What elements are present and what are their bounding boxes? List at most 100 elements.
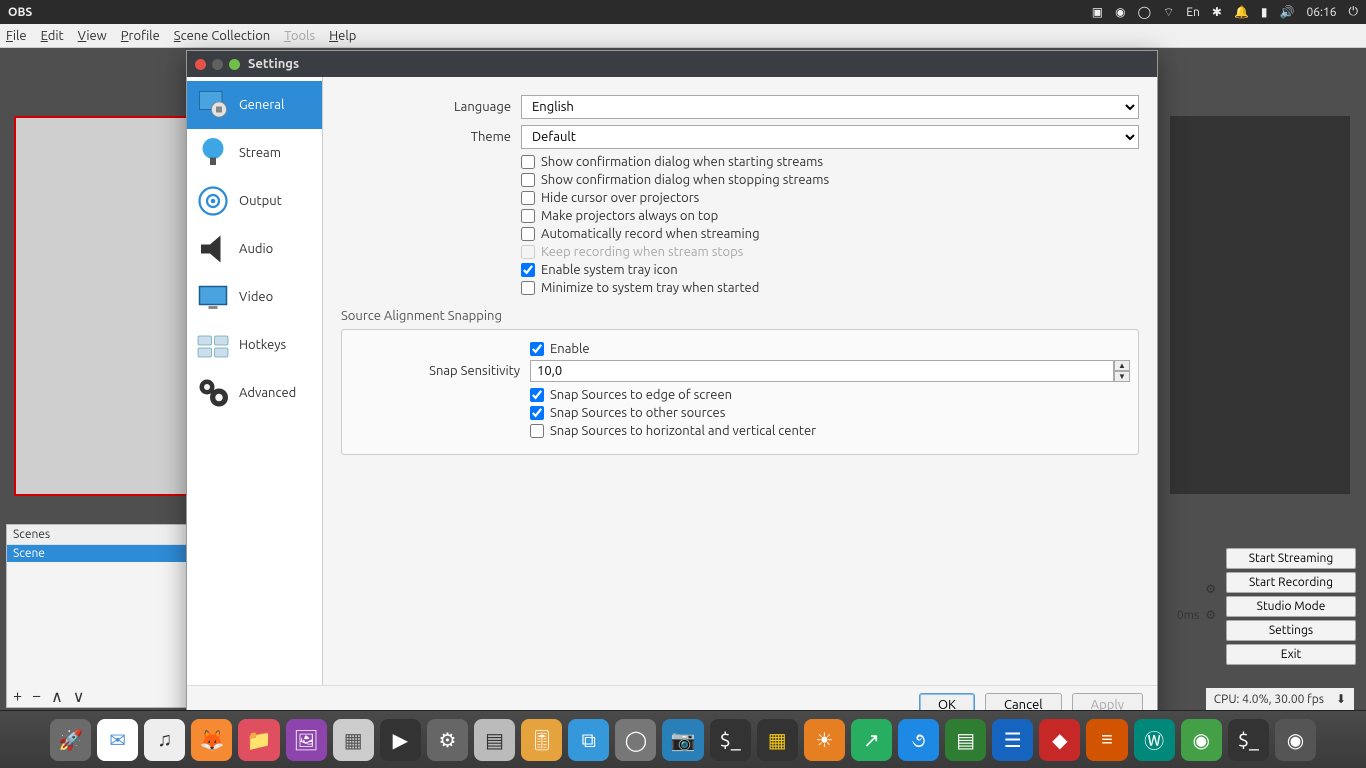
nav-stream[interactable]: Stream xyxy=(187,129,322,177)
dock-sun-icon[interactable]: ☀ xyxy=(804,719,845,761)
dock-terminal2-icon[interactable]: $_ xyxy=(1228,719,1269,761)
nav-video[interactable]: Video xyxy=(187,273,322,321)
dock-screenshot-icon[interactable]: ⧉ xyxy=(568,719,609,761)
general-checkbox-0[interactable] xyxy=(521,155,535,169)
dock-grid-icon[interactable]: ▦ xyxy=(757,719,798,761)
dock-firefox-icon[interactable]: 🦊 xyxy=(191,719,232,761)
general-checkbox-1[interactable] xyxy=(521,173,535,187)
general-checkbox-2[interactable] xyxy=(521,191,535,205)
remove-scene-button[interactable]: − xyxy=(32,687,41,705)
exit-button[interactable]: Exit xyxy=(1226,644,1356,665)
dock-music-icon[interactable]: ♫ xyxy=(144,719,185,761)
dock: 🚀 ✉ ♫ 🦊 📁 🖼 ▦ ▶ ⚙ ▤ 🎚 ⧉ ◯ 📷 $_ ▦ ☀ ↗ ૭ ▤… xyxy=(0,710,1366,768)
general-check-row: Show confirmation dialog when starting s… xyxy=(341,155,1139,169)
power-icon[interactable]: ⏻ xyxy=(1349,5,1359,19)
dock-wordpress-icon[interactable]: Ⓦ xyxy=(1134,719,1175,761)
preview-right[interactable] xyxy=(1170,116,1350,494)
obs-tray-icon[interactable]: ◉ xyxy=(1115,5,1125,19)
studio-mode-button[interactable]: Studio Mode xyxy=(1226,596,1356,617)
dock-list-icon[interactable]: ☰ xyxy=(992,719,1033,761)
scene-list-item[interactable]: Scene xyxy=(7,545,193,562)
snap-enable-checkbox[interactable] xyxy=(530,342,544,356)
clock[interactable]: 06:16 xyxy=(1306,6,1336,19)
menu-help[interactable]: Help xyxy=(329,29,356,43)
snap-sensitivity-input[interactable] xyxy=(530,360,1114,382)
snapping-box: Enable Snap Sensitivity ▲ ▼ Snap Sources… xyxy=(341,329,1139,455)
dock-camera-icon[interactable]: 📷 xyxy=(662,719,703,761)
dialog-titlebar[interactable]: Settings xyxy=(187,51,1157,77)
dock-settings-icon[interactable]: ⚙ xyxy=(427,719,468,761)
advanced-icon xyxy=(193,373,233,413)
dock-chrome-icon[interactable]: ◉ xyxy=(1181,719,1222,761)
spin-down-button[interactable]: ▼ xyxy=(1114,371,1130,382)
scenes-header: Scenes xyxy=(7,525,193,545)
battery-icon[interactable]: ▮ xyxy=(1261,5,1268,19)
dock-launcher-icon[interactable]: 🚀 xyxy=(50,719,91,761)
snap-checkbox-1[interactable] xyxy=(530,406,544,420)
dock-files-icon[interactable]: 📁 xyxy=(238,719,279,761)
theme-select[interactable]: Default xyxy=(521,125,1139,149)
snap-checkbox-2[interactable] xyxy=(530,424,544,438)
general-check-label: Minimize to system tray when started xyxy=(541,281,759,295)
add-scene-button[interactable]: + xyxy=(13,687,22,705)
general-check-label: Keep recording when stream stops xyxy=(541,245,743,259)
gear-icon-2[interactable]: ⚙ xyxy=(1205,608,1216,622)
menu-file[interactable]: File xyxy=(6,29,27,43)
menu-edit[interactable]: Edit xyxy=(41,29,64,43)
dock-terminal-icon[interactable]: $_ xyxy=(710,719,751,761)
start-recording-button[interactable]: Start Recording xyxy=(1226,572,1356,593)
bluetooth-icon[interactable]: ✱ xyxy=(1212,5,1222,19)
nav-audio[interactable]: Audio xyxy=(187,225,322,273)
dock-swirl-icon[interactable]: ૭ xyxy=(898,719,939,761)
general-checkbox-7[interactable] xyxy=(521,281,535,295)
general-check-row: Minimize to system tray when started xyxy=(341,281,1139,295)
snap-check-label: Snap Sources to horizontal and vertical … xyxy=(550,424,816,438)
gear-icon[interactable]: ⚙ xyxy=(1205,582,1216,596)
cast-icon[interactable]: ▣ xyxy=(1092,5,1103,19)
scene-up-button[interactable]: ∧ xyxy=(51,687,63,706)
general-checkbox-3[interactable] xyxy=(521,209,535,223)
general-check-row: Show confirmation dialog when stopping s… xyxy=(341,173,1139,187)
spin-up-button[interactable]: ▲ xyxy=(1114,360,1130,371)
dock-app-icon[interactable]: ▤ xyxy=(474,719,515,761)
volume-icon[interactable]: 🔊 xyxy=(1280,5,1295,19)
maximize-window-button[interactable] xyxy=(229,59,240,70)
right-controls: Start Streaming Start Recording Studio M… xyxy=(1226,548,1356,665)
dock-photos-icon[interactable]: 🖼 xyxy=(286,719,327,761)
dock-mixer-icon[interactable]: 🎚 xyxy=(521,719,562,761)
dock-obs-icon[interactable]: ◉ xyxy=(1275,719,1316,761)
dock-stack-icon[interactable]: ≡ xyxy=(1086,719,1127,761)
wifi-icon[interactable]: ⌔ xyxy=(1163,5,1174,20)
dock-doc-icon[interactable]: ▤ xyxy=(945,719,986,761)
nav-label: Video xyxy=(239,290,273,304)
nav-advanced[interactable]: Advanced xyxy=(187,369,322,417)
close-window-button[interactable] xyxy=(195,59,206,70)
notifications-icon[interactable]: 🔔 xyxy=(1234,5,1249,19)
scenes-panel: Scenes Scene + − ∧ ∨ xyxy=(6,524,194,708)
general-icon xyxy=(193,85,233,125)
snap-checkbox-0[interactable] xyxy=(530,388,544,402)
scene-down-button[interactable]: ∨ xyxy=(73,687,85,706)
nav-hotkeys[interactable]: Hotkeys xyxy=(187,321,322,369)
dock-mail-icon[interactable]: ✉ xyxy=(97,719,138,761)
dock-steam-icon[interactable]: ◯ xyxy=(615,719,656,761)
nav-general[interactable]: General xyxy=(187,81,322,129)
settings-button[interactable]: Settings xyxy=(1226,620,1356,641)
menu-view[interactable]: View xyxy=(78,29,107,43)
language-indicator[interactable]: En xyxy=(1186,6,1200,19)
general-check-label: Hide cursor over projectors xyxy=(541,191,699,205)
dock-calendar-icon[interactable]: ▦ xyxy=(333,719,374,761)
menu-profile[interactable]: Profile xyxy=(121,29,160,43)
preview-left[interactable] xyxy=(14,116,192,496)
start-streaming-button[interactable]: Start Streaming xyxy=(1226,548,1356,569)
general-checkbox-6[interactable] xyxy=(521,263,535,277)
dock-share-icon[interactable]: ↗ xyxy=(851,719,892,761)
dock-red-icon[interactable]: ◆ xyxy=(1039,719,1080,761)
chrome-icon[interactable]: ◯ xyxy=(1138,5,1151,19)
minimize-window-button[interactable] xyxy=(212,59,223,70)
language-select[interactable]: English xyxy=(521,95,1139,119)
menu-scene-collection[interactable]: Scene Collection xyxy=(174,29,270,43)
nav-output[interactable]: Output xyxy=(187,177,322,225)
general-checkbox-4[interactable] xyxy=(521,227,535,241)
dock-player-icon[interactable]: ▶ xyxy=(380,719,421,761)
